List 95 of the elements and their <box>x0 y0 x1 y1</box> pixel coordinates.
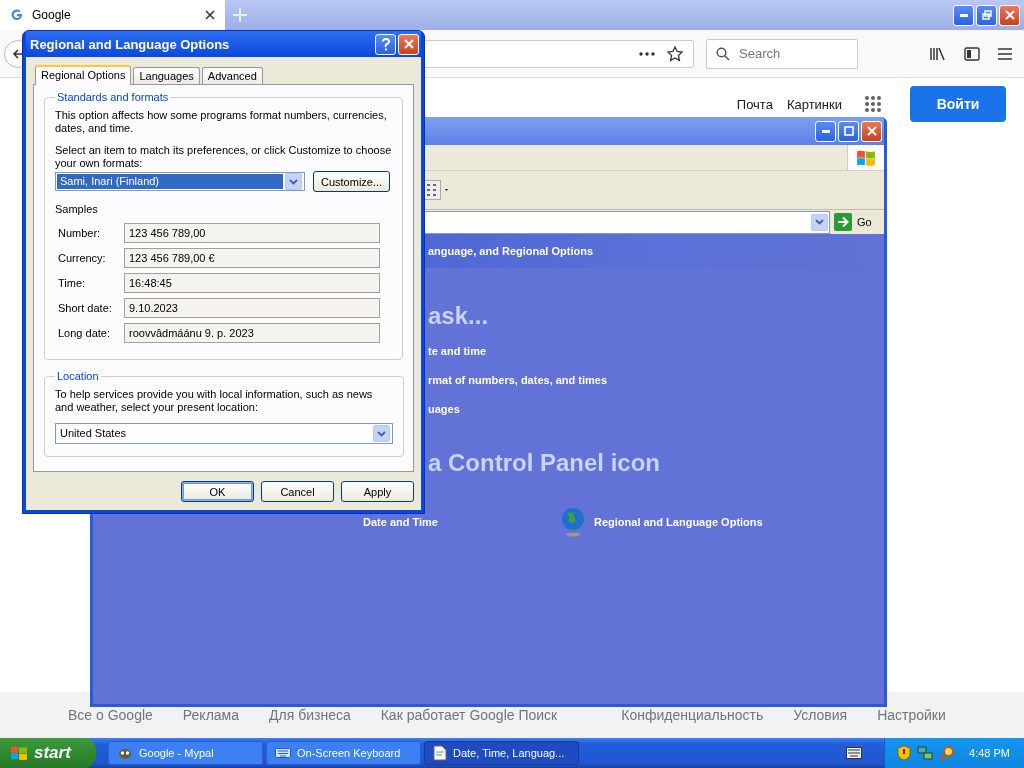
start-button[interactable]: start <box>0 738 96 768</box>
clock: 4:48 PM <box>969 747 1010 759</box>
location-dropdown[interactable]: United States <box>55 423 393 444</box>
menu-icon[interactable] <box>998 47 1012 60</box>
minimize-button[interactable] <box>815 120 836 142</box>
close-icon[interactable] <box>205 10 215 20</box>
browser-tab[interactable]: Google <box>0 0 225 30</box>
sample-field: 16:48:45 <box>124 273 380 293</box>
description-text: This option affects how some programs format numbers, currencies, dates, and time. <box>55 109 388 135</box>
close-icon <box>866 126 877 136</box>
sample-field: roovvâdmáánu 9. p. 2023 <box>124 323 380 343</box>
keyboard-icon <box>275 747 291 759</box>
minimize-icon <box>821 129 830 133</box>
format-dropdown[interactable]: Sami, Inari (Finland) <box>55 172 305 191</box>
footer-link[interactable]: Реклама <box>182 707 239 723</box>
more-icon[interactable] <box>639 51 655 56</box>
globe-icon <box>560 507 586 537</box>
close-icon <box>403 39 414 49</box>
caret-icon <box>815 219 824 225</box>
windows-logo-icon <box>856 148 876 167</box>
close-button[interactable] <box>398 33 419 55</box>
dialog-button[interactable]: Cancel <box>261 481 334 502</box>
close-button[interactable] <box>999 4 1020 26</box>
apps-grid-icon[interactable] <box>864 95 882 113</box>
maximize-button[interactable] <box>838 120 859 142</box>
question-mark-icon <box>380 37 391 51</box>
header-link[interactable]: Картинки <box>786 96 842 112</box>
maximize-icon <box>843 126 854 136</box>
taskbar-button[interactable]: Google - Mypal <box>108 741 263 765</box>
library-icon[interactable] <box>930 46 946 61</box>
taskbar-button[interactable]: Date, Time, Languag... <box>424 741 579 765</box>
dropdown-button[interactable] <box>285 173 302 190</box>
tab-title: Google <box>32 8 72 22</box>
sidebar-icon[interactable] <box>964 46 980 61</box>
group-legend: Location <box>55 370 101 382</box>
close-button[interactable] <box>861 120 882 142</box>
caret-icon <box>377 430 386 437</box>
icon-heading: a Control Panel icon <box>428 449 661 477</box>
instruction-text: Select an item to match its preferences, or click Customize to choose your own formats: <box>55 144 392 170</box>
footer-link[interactable]: Все о Google <box>68 707 153 723</box>
minimize-button[interactable] <box>953 4 974 26</box>
network-icon[interactable] <box>917 745 934 761</box>
dialog-tab[interactable]: Advanced <box>201 67 263 84</box>
restore-icon <box>981 10 992 20</box>
dialog-button[interactable]: OK <box>181 481 254 502</box>
search-field[interactable]: Search <box>706 38 858 69</box>
search-icon[interactable] <box>939 745 956 761</box>
document-icon <box>433 745 447 761</box>
keyboard-icon[interactable] <box>846 747 863 759</box>
search-icon <box>716 46 730 61</box>
group-legend: Standards and formats <box>55 91 171 103</box>
dialog-tab[interactable]: Regional Options <box>35 65 132 85</box>
footer-link[interactable]: Условия <box>793 707 848 723</box>
star-icon[interactable] <box>667 45 683 62</box>
help-button[interactable] <box>375 33 396 55</box>
task-link[interactable]: rmat of numbers, dates, and times <box>428 374 608 386</box>
breadcrumb-title: anguage, and Regional Options <box>428 245 593 257</box>
sample-field: 123 456 789,00 € <box>124 248 380 268</box>
caret-icon <box>289 178 298 185</box>
task-link[interactable]: te and time <box>428 345 487 357</box>
taskbar-button[interactable]: On-Screen Keyboard <box>266 741 421 765</box>
shield-icon[interactable] <box>897 745 912 761</box>
close-icon <box>1004 10 1015 20</box>
footer-link[interactable]: Как работает Google Поиск <box>380 707 558 723</box>
back-arrow-icon <box>12 47 24 60</box>
windows-logo-icon <box>10 745 28 761</box>
login-button[interactable]: Войти <box>910 86 1006 122</box>
section-label: Samples <box>55 203 99 215</box>
dropdown-button[interactable] <box>373 425 390 442</box>
sample-field: 123 456 789,00 <box>124 223 380 243</box>
footer-link[interactable]: Настройки <box>877 707 946 723</box>
dialog-tab[interactable]: Languages <box>133 67 200 84</box>
sample-field: 9.10.2023 <box>124 298 380 318</box>
go-button[interactable]: Go <box>834 213 884 231</box>
sample-label: Currency: <box>57 252 107 264</box>
header-link[interactable]: Почта <box>736 96 773 112</box>
dialog-title: Regional and Language Options <box>30 36 230 52</box>
letter-g-icon <box>10 8 24 22</box>
footer-link[interactable]: Конфиденциальность <box>621 707 764 723</box>
dropdown-button[interactable] <box>811 213 828 231</box>
restore-button[interactable] <box>976 4 997 26</box>
arrow-icon <box>834 213 852 231</box>
footer-link[interactable]: Для бизнеса <box>269 707 351 723</box>
minimize-icon <box>959 13 968 17</box>
sample-label: Long date: <box>57 327 111 339</box>
task-heading: ask... <box>428 302 489 330</box>
dialog-button[interactable]: Apply <box>341 481 414 502</box>
task-link[interactable]: uages <box>428 403 460 415</box>
sample-label: Number: <box>57 227 102 239</box>
sample-label: Time: <box>57 277 87 289</box>
description-text: To help services provide you with local information, such as news and weather, select your present location: <box>55 388 374 414</box>
control-panel-link[interactable]: Regional and Language Options <box>560 507 763 537</box>
sample-label: Short date: <box>57 302 113 314</box>
control-panel-link[interactable]: Date and Time <box>363 516 560 528</box>
customize-button[interactable]: Customize... <box>313 171 391 192</box>
